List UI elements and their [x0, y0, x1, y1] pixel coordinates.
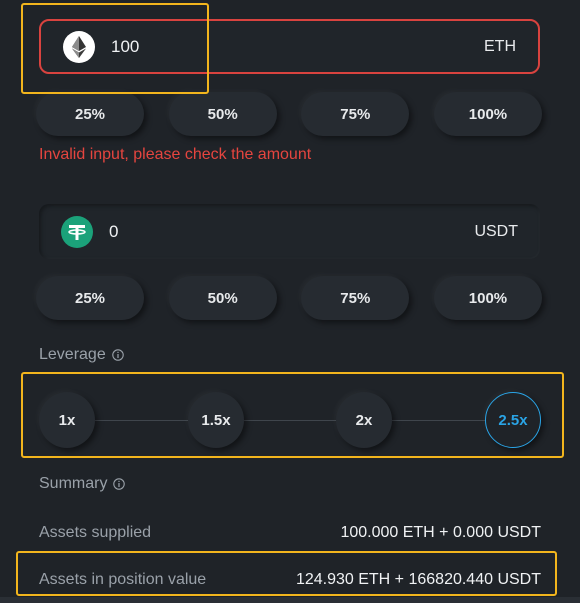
summary-label: Summary — [39, 475, 126, 493]
summary-row-label: Assets supplied — [39, 524, 152, 541]
leverage-option-1x[interactable]: 1x — [39, 392, 95, 448]
eth-75-percent-button[interactable]: 75% — [301, 92, 410, 136]
summary-row-value: 100.000 ETH + 0.000 USDT — [340, 524, 541, 541]
eth-amount-value[interactable]: 100 — [111, 37, 484, 57]
bottom-edge — [0, 597, 580, 603]
usdt-icon — [61, 215, 93, 248]
usdt-unit-label: USDT — [474, 222, 518, 240]
summary-row-assets-supplied: Assets supplied 100.000 ETH + 0.000 USDT — [39, 524, 541, 542]
usdt-25-percent-button[interactable]: 25% — [36, 276, 144, 320]
summary-row-value: 124.930 ETH + 166820.440 USDT — [295, 571, 541, 588]
usdt-amount-field[interactable]: 0 USDT — [39, 204, 540, 259]
leverage-label: Leverage — [39, 346, 124, 364]
summary-label-text: Summary — [39, 475, 108, 492]
eth-50-percent-button[interactable]: 50% — [168, 92, 277, 136]
eth-unit-label: ETH — [484, 37, 516, 55]
error-message: Invalid input, please check the amount — [39, 146, 312, 163]
eth-icon — [63, 30, 95, 63]
liquidity-form: 100 ETH 25% 50% 75% 100% Invalid input, … — [0, 0, 580, 603]
highlight-leverage — [21, 372, 564, 458]
leverage-option-2x[interactable]: 2x — [336, 392, 392, 448]
summary-row-position-value: Assets in position value 124.930 ETH + 1… — [39, 571, 541, 589]
eth-percent-buttons: 25% 50% 75% 100% — [36, 92, 542, 136]
eth-amount-field[interactable]: 100 ETH — [39, 19, 540, 74]
usdt-75-percent-button[interactable]: 75% — [301, 276, 410, 320]
leverage-option-1-5x[interactable]: 1.5x — [188, 392, 244, 448]
usdt-percent-buttons: 25% 50% 75% 100% — [36, 276, 542, 320]
eth-100-percent-button[interactable]: 100% — [433, 92, 542, 136]
usdt-50-percent-button[interactable]: 50% — [168, 276, 277, 320]
leverage-option-2-5x[interactable]: 2.5x — [485, 392, 541, 448]
leverage-slider-track[interactable] — [67, 420, 500, 421]
info-icon[interactable] — [111, 349, 124, 361]
usdt-amount-value[interactable]: 0 — [109, 222, 474, 242]
leverage-label-text: Leverage — [39, 346, 106, 363]
usdt-100-percent-button[interactable]: 100% — [433, 276, 542, 320]
eth-25-percent-button[interactable]: 25% — [36, 92, 144, 136]
summary-row-label: Assets in position value — [39, 571, 207, 588]
info-icon[interactable] — [113, 478, 126, 490]
